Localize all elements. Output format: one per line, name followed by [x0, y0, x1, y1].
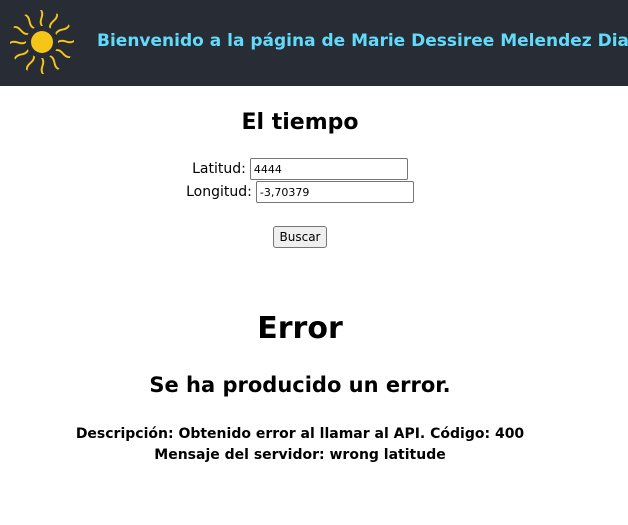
app-header: Bienvenido a la página de Marie Dessiree…: [0, 0, 628, 86]
longitude-input[interactable]: [255, 181, 414, 203]
latitude-row: Latitud:: [0, 158, 600, 180]
error-description: Descripción: Obtenido error al llamar al…: [75, 426, 525, 442]
header-title: Bienvenido a la página de Marie Dessiree…: [97, 31, 628, 51]
latitude-label: Latitud:: [192, 161, 246, 177]
server-message: Mensaje del servidor: wrong latitude: [154, 447, 446, 463]
weather-title: El tiempo: [241, 110, 359, 135]
error-title: Error: [257, 311, 343, 346]
longitude-row: Longitud:: [0, 181, 600, 203]
sun-icon: [10, 10, 74, 74]
search-button[interactable]: Buscar: [273, 226, 327, 248]
latitude-input[interactable]: [249, 158, 408, 180]
error-subtitle: Se ha producido un error.: [149, 373, 451, 397]
longitude-label: Longitud:: [186, 184, 252, 200]
